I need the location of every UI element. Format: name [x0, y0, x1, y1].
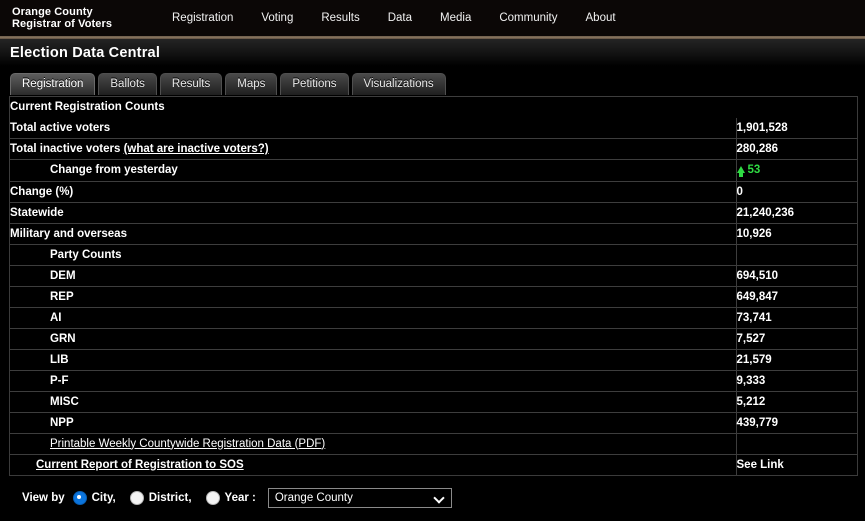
row-value-misc: 5,212 [736, 390, 857, 412]
row-label-rep: REP [10, 285, 737, 307]
row-label-total-inactive-voters: Total inactive voters (what are inactive… [10, 138, 737, 160]
nav-item-media[interactable]: Media [426, 8, 485, 28]
page-title-band: Election Data Central [0, 39, 865, 67]
row-value-grn: 7,527 [736, 327, 857, 349]
tab-maps[interactable]: Maps [225, 73, 278, 95]
row-value-change-from-yesterday: 53 [736, 159, 857, 181]
table-row: NPP 439,779 [10, 411, 857, 433]
delta-up-indicator: 53 [736, 164, 761, 177]
row-label-grn: GRN [10, 327, 737, 349]
brand-line-1: Orange County [12, 6, 93, 18]
row-label-party-counts: Party Counts [10, 243, 737, 265]
row-label-npp: NPP [10, 411, 737, 433]
radio-view-by-district[interactable] [129, 490, 144, 505]
delta-value: 53 [747, 164, 761, 176]
table-row: GRN 7,527 [10, 327, 857, 349]
row-value-change-percent: 0 [736, 180, 857, 202]
page-title: Election Data Central [10, 44, 161, 61]
view-by-label: View by [22, 491, 65, 504]
nav-item-data[interactable]: Data [374, 8, 426, 28]
nav-item-about[interactable]: About [572, 8, 630, 28]
current-report-of-registration-to-sos-link[interactable]: Current Report of Registration to SOS [36, 459, 244, 471]
tab-visualizations[interactable]: Visualizations [351, 73, 446, 95]
row-label-change-from-yesterday: Change from yesterday [10, 159, 737, 181]
tab-results[interactable]: Results [159, 73, 223, 95]
table-section-header: Current Registration Counts [10, 96, 857, 118]
row-label-ai: AI [10, 306, 737, 328]
row-value-military-and-overseas: 10,926 [736, 222, 857, 244]
table-row: REP 649,847 [10, 285, 857, 307]
tab-bar: Registration Ballots Results Maps Petiti… [0, 67, 865, 95]
table-row: P-F 9,333 [10, 369, 857, 391]
radio-view-by-city[interactable] [72, 490, 87, 505]
brand-line-2: Registrar of Voters [12, 18, 113, 30]
nav-item-registration[interactable]: Registration [158, 8, 247, 28]
row-value-rep: 649,847 [736, 285, 857, 307]
row-value-pf: 9,333 [736, 369, 857, 391]
radio-label-city[interactable]: City, [92, 492, 116, 504]
table-row: Total active voters 1,901,528 [10, 117, 857, 139]
table-row: Total inactive voters (what are inactive… [10, 138, 857, 160]
printable-weekly-registration-data-link[interactable]: Printable Weekly Countywide Registration… [50, 438, 325, 450]
table-row: Printable Weekly Countywide Registration… [10, 432, 857, 454]
primary-nav: Registration Voting Results Data Media C… [158, 8, 630, 28]
row-value-lib: 21,579 [736, 348, 857, 370]
site-header: Orange County Registrar of Voters Regist… [0, 0, 865, 36]
row-value-party-counts [736, 243, 857, 265]
row-value-ai: 73,741 [736, 306, 857, 328]
row-value-dem: 694,510 [736, 264, 857, 286]
section-header-label: Current Registration Counts [10, 96, 857, 118]
site-logo[interactable]: Orange County Registrar of Voters [12, 6, 140, 30]
row-value-npp: 439,779 [736, 411, 857, 433]
row-label-misc: MISC [10, 390, 737, 412]
row-label-lib: LIB [10, 348, 737, 370]
row-value-printable-weekly-data [736, 432, 857, 454]
table-row: MISC 5,212 [10, 390, 857, 412]
radio-label-district[interactable]: District, [149, 492, 192, 504]
table-row: DEM 694,510 [10, 264, 857, 286]
table-row: Change from yesterday 53 [10, 159, 857, 181]
inactive-voters-text: Total inactive voters [10, 143, 121, 155]
row-label-dem: DEM [10, 264, 737, 286]
table-row: Change (%) 0 [10, 180, 857, 202]
region-select[interactable]: Orange County [267, 487, 452, 508]
tab-petitions[interactable]: Petitions [280, 73, 349, 95]
row-label-pf: P-F [10, 369, 737, 391]
registration-counts-table: Current Registration Counts Total active… [10, 96, 857, 475]
arrow-up-icon [736, 165, 745, 177]
row-label-printable-weekly-data: Printable Weekly Countywide Registration… [10, 432, 737, 454]
tab-registration[interactable]: Registration [10, 73, 96, 95]
row-label-change-percent: Change (%) [10, 180, 737, 202]
row-label-statewide: Statewide [10, 201, 737, 223]
row-value-total-active-voters: 1,901,528 [736, 117, 857, 139]
table-row: AI 73,741 [10, 306, 857, 328]
table-row: Statewide 21,240,236 [10, 201, 857, 223]
nav-item-voting[interactable]: Voting [247, 8, 307, 28]
nav-item-community[interactable]: Community [485, 8, 571, 28]
radio-view-by-year[interactable] [205, 490, 220, 505]
row-value-current-report-sos: See Link [736, 453, 857, 475]
view-by-controls: View by City, District, Year : Orange Co… [0, 476, 865, 508]
registration-counts-panel: Current Registration Counts Total active… [9, 96, 858, 476]
table-row: LIB 21,579 [10, 348, 857, 370]
row-label-current-report-sos: Current Report of Registration to SOS [10, 453, 737, 475]
row-value-statewide: 21,240,236 [736, 201, 857, 223]
table-row: Current Report of Registration to SOS Se… [10, 453, 857, 475]
tab-ballots[interactable]: Ballots [98, 73, 157, 95]
radio-label-year[interactable]: Year : [225, 492, 256, 504]
row-label-military-and-overseas: Military and overseas [10, 222, 737, 244]
what-are-inactive-voters-link[interactable]: (what are inactive voters?) [124, 143, 269, 155]
chevron-down-icon [435, 493, 444, 502]
nav-item-results[interactable]: Results [307, 8, 373, 28]
row-label-total-active-voters: Total active voters [10, 117, 737, 139]
table-row: Party Counts [10, 243, 857, 265]
table-row: Military and overseas 10,926 [10, 222, 857, 244]
row-value-total-inactive-voters: 280,286 [736, 138, 857, 160]
region-select-value: Orange County [274, 491, 353, 504]
